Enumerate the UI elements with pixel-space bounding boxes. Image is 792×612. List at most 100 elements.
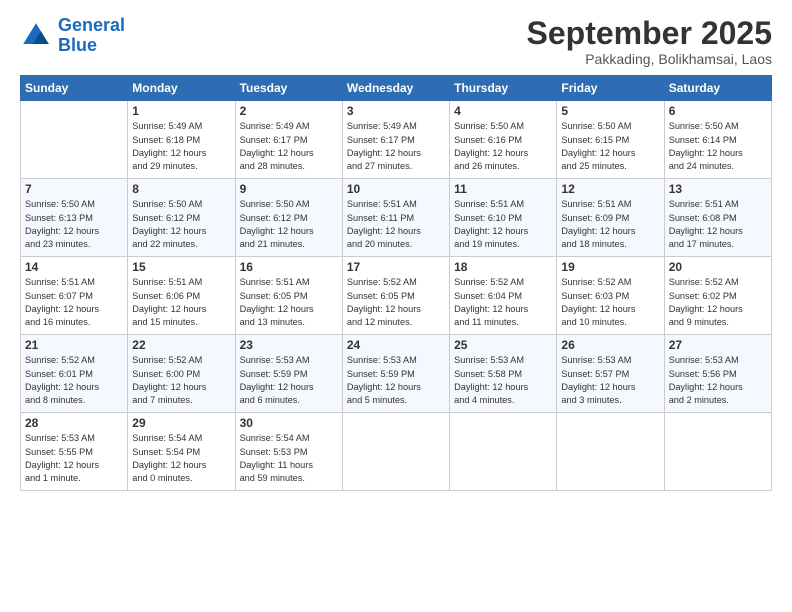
header-day-saturday: Saturday <box>664 76 771 101</box>
day-number: 9 <box>240 182 338 196</box>
day-number: 26 <box>561 338 659 352</box>
day-number: 30 <box>240 416 338 430</box>
calendar-day-cell: 6Sunrise: 5:50 AM Sunset: 6:14 PM Daylig… <box>664 101 771 179</box>
day-info: Sunrise: 5:52 AM Sunset: 6:03 PM Dayligh… <box>561 276 659 329</box>
day-number: 1 <box>132 104 230 118</box>
day-info: Sunrise: 5:50 AM Sunset: 6:16 PM Dayligh… <box>454 120 552 173</box>
day-info: Sunrise: 5:53 AM Sunset: 5:58 PM Dayligh… <box>454 354 552 407</box>
day-info: Sunrise: 5:53 AM Sunset: 5:59 PM Dayligh… <box>240 354 338 407</box>
calendar-day-cell: 30Sunrise: 5:54 AM Sunset: 5:53 PM Dayli… <box>235 413 342 491</box>
day-info: Sunrise: 5:50 AM Sunset: 6:12 PM Dayligh… <box>240 198 338 251</box>
day-info: Sunrise: 5:53 AM Sunset: 5:56 PM Dayligh… <box>669 354 767 407</box>
calendar-day-cell <box>664 413 771 491</box>
day-info: Sunrise: 5:49 AM Sunset: 6:17 PM Dayligh… <box>240 120 338 173</box>
calendar-day-cell: 11Sunrise: 5:51 AM Sunset: 6:10 PM Dayli… <box>450 179 557 257</box>
day-number: 16 <box>240 260 338 274</box>
day-number: 21 <box>25 338 123 352</box>
day-info: Sunrise: 5:50 AM Sunset: 6:13 PM Dayligh… <box>25 198 123 251</box>
day-info: Sunrise: 5:52 AM Sunset: 6:04 PM Dayligh… <box>454 276 552 329</box>
calendar-day-cell: 22 Sunrise: 5:52 AM Sunset: 6:00 PM Dayli… <box>128 335 235 413</box>
calendar-day-cell: 26 Sunrise: 5:53 AM Sunset: 5:57 PM Dayli… <box>557 335 664 413</box>
calendar-day-cell: 7 Sunrise: 5:50 AM Sunset: 6:13 PM Daylig… <box>21 179 128 257</box>
calendar-week-row: 1 Sunrise: 5:49 AM Sunset: 6:18 PM Daylig… <box>21 101 772 179</box>
day-info: Sunrise: 5:53 AM Sunset: 5:57 PM Dayligh… <box>561 354 659 407</box>
calendar-table: SundayMondayTuesdayWednesdayThursdayFrid… <box>20 75 772 491</box>
day-info: Sunrise: 5:51 AM Sunset: 6:06 PM Dayligh… <box>132 276 230 329</box>
page-container: General Blue September 2025 Pakkading, B… <box>0 0 792 501</box>
header-day-wednesday: Wednesday <box>342 76 449 101</box>
calendar-header-row: SundayMondayTuesdayWednesdayThursdayFrid… <box>21 76 772 101</box>
calendar-day-cell <box>557 413 664 491</box>
calendar-day-cell: 10 Sunrise: 5:51 AM Sunset: 6:11 PM Dayli… <box>342 179 449 257</box>
calendar-day-cell: 9 Sunrise: 5:50 AM Sunset: 6:12 PM Daylig… <box>235 179 342 257</box>
month-title: September 2025 <box>527 16 772 51</box>
calendar-day-cell: 13Sunrise: 5:51 AM Sunset: 6:08 PM Dayli… <box>664 179 771 257</box>
day-number: 25 <box>454 338 552 352</box>
day-info: Sunrise: 5:52 AM Sunset: 6:02 PM Dayligh… <box>669 276 767 329</box>
day-number: 18 <box>454 260 552 274</box>
logo-icon <box>20 20 52 52</box>
calendar-day-cell: 19 Sunrise: 5:52 AM Sunset: 6:03 PM Dayli… <box>557 257 664 335</box>
day-info: Sunrise: 5:51 AM Sunset: 6:10 PM Dayligh… <box>454 198 552 251</box>
day-number: 22 <box>132 338 230 352</box>
day-number: 20 <box>669 260 767 274</box>
day-number: 10 <box>347 182 445 196</box>
day-number: 4 <box>454 104 552 118</box>
day-number: 23 <box>240 338 338 352</box>
header-day-friday: Friday <box>557 76 664 101</box>
calendar-day-cell: 17Sunrise: 5:52 AM Sunset: 6:05 PM Dayli… <box>342 257 449 335</box>
day-number: 3 <box>347 104 445 118</box>
logo-line1: General <box>58 15 125 35</box>
logo-text: General Blue <box>58 16 125 56</box>
calendar-day-cell <box>342 413 449 491</box>
day-number: 12 <box>561 182 659 196</box>
day-number: 5 <box>561 104 659 118</box>
calendar-day-cell: 12 Sunrise: 5:51 AM Sunset: 6:09 PM Dayli… <box>557 179 664 257</box>
calendar-day-cell: 2 Sunrise: 5:49 AM Sunset: 6:17 PM Daylig… <box>235 101 342 179</box>
calendar-week-row: 28Sunrise: 5:53 AM Sunset: 5:55 PM Dayli… <box>21 413 772 491</box>
day-number: 15 <box>132 260 230 274</box>
header: General Blue September 2025 Pakkading, B… <box>20 16 772 67</box>
calendar-day-cell: 21 Sunrise: 5:52 AM Sunset: 6:01 PM Dayli… <box>21 335 128 413</box>
day-info: Sunrise: 5:52 AM Sunset: 6:01 PM Dayligh… <box>25 354 123 407</box>
calendar-day-cell: 25 Sunrise: 5:53 AM Sunset: 5:58 PM Dayli… <box>450 335 557 413</box>
day-info: Sunrise: 5:51 AM Sunset: 6:11 PM Dayligh… <box>347 198 445 251</box>
header-day-monday: Monday <box>128 76 235 101</box>
day-info: Sunrise: 5:53 AM Sunset: 5:59 PM Dayligh… <box>347 354 445 407</box>
day-info: Sunrise: 5:54 AM Sunset: 5:54 PM Dayligh… <box>132 432 230 485</box>
calendar-day-cell: 20 Sunrise: 5:52 AM Sunset: 6:02 PM Dayli… <box>664 257 771 335</box>
calendar-day-cell: 5 Sunrise: 5:50 AM Sunset: 6:15 PM Daylig… <box>557 101 664 179</box>
calendar-day-cell: 27Sunrise: 5:53 AM Sunset: 5:56 PM Dayli… <box>664 335 771 413</box>
day-number: 2 <box>240 104 338 118</box>
header-day-tuesday: Tuesday <box>235 76 342 101</box>
day-number: 19 <box>561 260 659 274</box>
day-info: Sunrise: 5:51 AM Sunset: 6:09 PM Dayligh… <box>561 198 659 251</box>
day-info: Sunrise: 5:53 AM Sunset: 5:55 PM Dayligh… <box>25 432 123 485</box>
day-info: Sunrise: 5:51 AM Sunset: 6:05 PM Dayligh… <box>240 276 338 329</box>
calendar-week-row: 14 Sunrise: 5:51 AM Sunset: 6:07 PM Dayli… <box>21 257 772 335</box>
calendar-week-row: 21 Sunrise: 5:52 AM Sunset: 6:01 PM Dayli… <box>21 335 772 413</box>
day-info: Sunrise: 5:50 AM Sunset: 6:12 PM Dayligh… <box>132 198 230 251</box>
day-info: Sunrise: 5:49 AM Sunset: 6:18 PM Dayligh… <box>132 120 230 173</box>
calendar-day-cell <box>450 413 557 491</box>
day-info: Sunrise: 5:52 AM Sunset: 6:00 PM Dayligh… <box>132 354 230 407</box>
day-number: 13 <box>669 182 767 196</box>
calendar-day-cell: 28Sunrise: 5:53 AM Sunset: 5:55 PM Dayli… <box>21 413 128 491</box>
calendar-day-cell: 3Sunrise: 5:49 AM Sunset: 6:17 PM Daylig… <box>342 101 449 179</box>
header-day-sunday: Sunday <box>21 76 128 101</box>
calendar-day-cell: 15 Sunrise: 5:51 AM Sunset: 6:06 PM Dayli… <box>128 257 235 335</box>
day-number: 24 <box>347 338 445 352</box>
day-number: 7 <box>25 182 123 196</box>
day-number: 29 <box>132 416 230 430</box>
calendar-day-cell: 18 Sunrise: 5:52 AM Sunset: 6:04 PM Dayli… <box>450 257 557 335</box>
day-number: 14 <box>25 260 123 274</box>
calendar-day-cell: 16 Sunrise: 5:51 AM Sunset: 6:05 PM Dayli… <box>235 257 342 335</box>
title-block: September 2025 Pakkading, Bolikhamsai, L… <box>527 16 772 67</box>
header-day-thursday: Thursday <box>450 76 557 101</box>
calendar-day-cell: 29 Sunrise: 5:54 AM Sunset: 5:54 PM Dayli… <box>128 413 235 491</box>
day-info: Sunrise: 5:50 AM Sunset: 6:15 PM Dayligh… <box>561 120 659 173</box>
day-number: 8 <box>132 182 230 196</box>
day-info: Sunrise: 5:51 AM Sunset: 6:07 PM Dayligh… <box>25 276 123 329</box>
calendar-day-cell: 8 Sunrise: 5:50 AM Sunset: 6:12 PM Daylig… <box>128 179 235 257</box>
logo-line2: Blue <box>58 35 97 55</box>
